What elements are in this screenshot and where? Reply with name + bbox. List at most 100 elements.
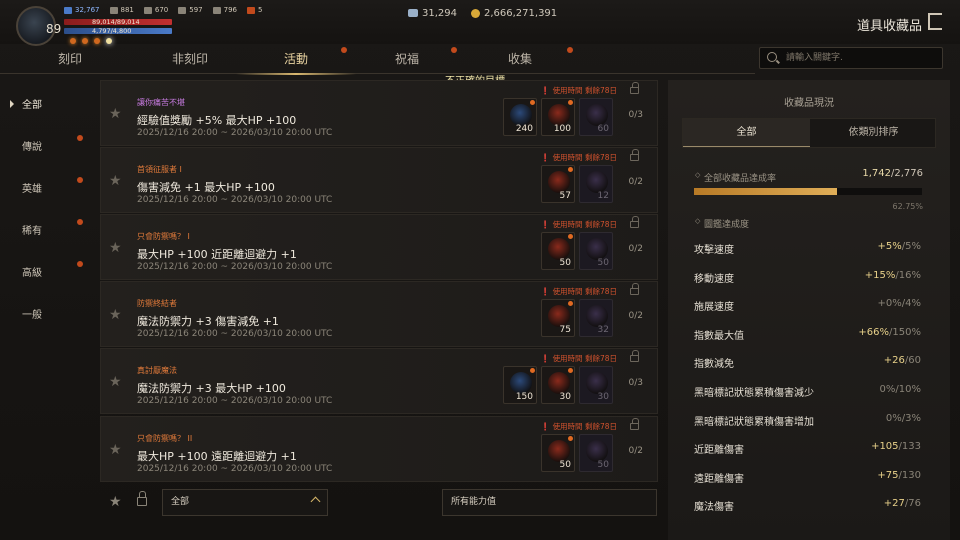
armor-icon <box>143 6 152 14</box>
material-slot[interactable]: 32 <box>579 299 613 337</box>
lock-icon[interactable] <box>630 418 639 430</box>
collection-card[interactable]: ★ 防禦終結者 魔法防禦力 +3 傷害減免 +1 2025/12/16 20:00 ~… <box>100 281 658 347</box>
material-slot[interactable]: 100 <box>541 98 575 136</box>
material-slot[interactable]: 50 <box>541 232 575 270</box>
material-slot[interactable]: 50 <box>579 434 613 472</box>
lock-filter-icon[interactable] <box>137 491 147 506</box>
item-category: 首領征服者 I <box>137 165 182 174</box>
notification-dot <box>77 261 83 267</box>
stat-defense: 881 <box>109 6 134 14</box>
collection-card[interactable]: ★ 只會防禦嗎？ II 最大HP +100 遠距離迴避力 +1 2025/12/16 … <box>100 416 658 482</box>
sidebar-item-rare[interactable]: 稀有 <box>22 222 42 237</box>
collection-card[interactable]: ★ 真討厭魔法 魔法防禦力 +3 最大HP +100 2025/12/16 20:00… <box>100 348 658 414</box>
item-category: 只會防禦嗎？ II <box>137 434 193 443</box>
material-slot[interactable]: 57 <box>541 165 575 203</box>
sidebar-item-legend[interactable]: 傳說 <box>22 138 42 153</box>
notification-dot <box>568 234 573 239</box>
slot-count: 50 <box>597 460 609 470</box>
item-progress: 0/2 <box>628 446 643 456</box>
tab-non-engrave[interactable]: 非刻印 <box>155 44 225 74</box>
material-slot[interactable]: 50 <box>579 232 613 270</box>
item-icon <box>548 440 570 462</box>
time-remaining: ❗ 使用時間 剩餘78日 <box>540 422 617 431</box>
crystal-count: 31,294 <box>408 8 457 19</box>
slot-count: 100 <box>553 124 571 134</box>
sidebar-item-hero[interactable]: 英雄 <box>22 180 42 195</box>
exit-icon[interactable] <box>928 13 942 30</box>
slot-count: 240 <box>515 124 533 134</box>
total-progress-bar <box>694 188 922 195</box>
tab-event[interactable]: 活動 <box>236 44 356 75</box>
tab-engrave[interactable]: 刻印 <box>40 44 100 74</box>
item-progress: 0/2 <box>628 177 643 187</box>
favorite-filter-star-icon[interactable]: ★ <box>109 494 122 510</box>
lock-icon[interactable] <box>630 283 639 295</box>
material-slot[interactable]: 12 <box>579 165 613 203</box>
tab-collect[interactable]: 收集 <box>490 44 550 74</box>
item-progress: 0/3 <box>628 110 643 120</box>
sword-icon <box>64 6 72 14</box>
stat-value: +0%/4% <box>877 298 922 310</box>
search-input[interactable]: 請輸入關鍵字. <box>759 47 943 69</box>
stat-row: 指數減免 +26/60 <box>694 355 922 370</box>
material-slot[interactable]: 150 <box>503 366 537 404</box>
panel-tab-all[interactable]: 全部 <box>683 119 810 147</box>
section-label: 圖鑑達成度 <box>695 217 749 230</box>
collection-card[interactable]: ★ 只會防禦嗎？ I 最大HP +100 近距離迴避力 +1 2025/12/16 2… <box>100 214 658 280</box>
panel-tab-by-category[interactable]: 依類別排序 <box>810 119 937 147</box>
material-slot[interactable]: 75 <box>541 299 575 337</box>
boot-icon <box>178 6 187 14</box>
material-slot[interactable]: 30 <box>579 366 613 404</box>
material-slot[interactable]: 30 <box>541 366 575 404</box>
lock-icon[interactable] <box>630 216 639 228</box>
lock-icon[interactable] <box>630 149 639 161</box>
material-slot[interactable]: 60 <box>579 98 613 136</box>
slot-count: 150 <box>515 392 533 402</box>
stat-value: +27/76 <box>883 498 921 510</box>
favorite-star-icon[interactable]: ★ <box>109 442 122 458</box>
stat-value: +105/133 <box>871 441 921 453</box>
panel-tabs: 全部 依類別排序 <box>682 118 936 148</box>
lock-icon[interactable] <box>630 82 639 94</box>
notification-dot <box>568 368 573 373</box>
crystal-icon <box>408 9 418 17</box>
item-icon <box>586 372 608 394</box>
item-category: 讓你痛苦不堪 <box>137 98 185 107</box>
item-icon <box>586 238 608 260</box>
stat-row: 移動速度 +15%/16% <box>694 270 922 285</box>
alert-icon: ❗ <box>540 220 551 229</box>
tab-blessing[interactable]: 祝福 <box>377 44 437 74</box>
slot-count: 60 <box>597 124 609 134</box>
notification-dot <box>77 219 83 225</box>
stat-label: 施展速度 <box>694 302 734 314</box>
stat-label: 攻擊速度 <box>694 245 734 256</box>
notification-dot <box>530 100 535 105</box>
favorite-star-icon[interactable]: ★ <box>109 374 122 390</box>
slot-count: 30 <box>559 392 571 402</box>
material-slot[interactable]: 240 <box>503 98 537 136</box>
favorite-star-icon[interactable]: ★ <box>109 307 122 323</box>
grade-dropdown[interactable]: 全部 <box>162 489 328 516</box>
favorite-star-icon[interactable]: ★ <box>109 173 122 189</box>
item-icon <box>548 238 570 260</box>
stat-row: 黑暗標記狀態累積傷害增加 0%/3% <box>694 413 922 428</box>
sidebar-item-normal[interactable]: 一般 <box>22 306 42 321</box>
time-remaining: ❗ 使用時間 剩餘78日 <box>540 287 617 296</box>
sidebar-item-advanced[interactable]: 高級 <box>22 264 42 279</box>
tab-notification-dot <box>451 47 457 53</box>
lock-icon[interactable] <box>630 350 639 362</box>
favorite-star-icon[interactable]: ★ <box>109 240 122 256</box>
sidebar-item-all[interactable]: 全部 <box>22 96 42 111</box>
chevron-up-icon <box>310 496 321 507</box>
favorite-star-icon[interactable]: ★ <box>109 106 122 122</box>
gold-coin-icon <box>471 8 480 18</box>
item-date: 2025/12/16 20:00 ~ 2026/03/10 20:00 UTC <box>137 128 333 138</box>
item-icon <box>548 171 570 193</box>
material-slot[interactable]: 50 <box>541 434 575 472</box>
notification-dot <box>568 301 573 306</box>
collection-card[interactable]: ★ 讓你痛苦不堪 經驗值獎勵 +5% 最大HP +100 2025/12/16 20:… <box>100 80 658 146</box>
item-progress: 0/3 <box>628 378 643 388</box>
ability-dropdown[interactable]: 所有能力值 <box>442 489 657 516</box>
collection-card[interactable]: ★ 首領征服者 I 傷害減免 +1 最大HP +100 2025/12/16 20:0… <box>100 147 658 213</box>
currency-display: 31,294 2,666,271,391 <box>408 8 557 19</box>
